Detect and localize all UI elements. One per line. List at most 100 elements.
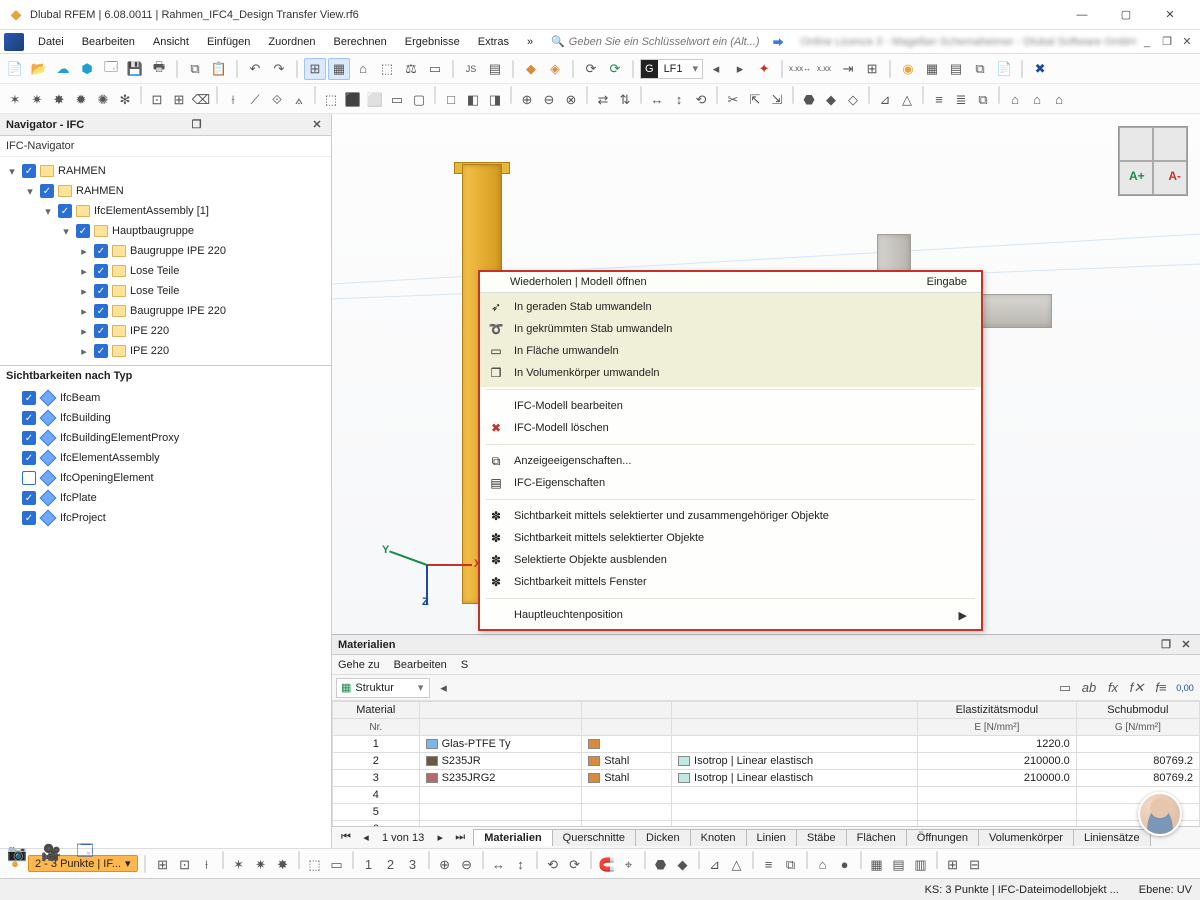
fx-ab-icon[interactable]: ab [1078, 677, 1100, 699]
table-row[interactable]: 1 Glas-PTFE Ty 1220.0 [333, 736, 1200, 753]
checkbox[interactable]: ✓ [22, 511, 36, 525]
menu-berechnen[interactable]: Berechnen [326, 33, 395, 51]
toolbar2-icon-34[interactable]: ↕ [668, 89, 690, 111]
toolbar2-icon-31[interactable]: ⇅ [614, 89, 636, 111]
bottombar-icon-21[interactable]: ⟲ [542, 854, 564, 876]
menu-zuordnen[interactable]: Zuordnen [260, 33, 323, 51]
tree-row[interactable]: ▸ ✓ IPE 220 [2, 341, 329, 361]
fx-icon[interactable]: fx [1102, 677, 1124, 699]
bottombar-icon-27[interactable]: ⬣ [650, 854, 672, 876]
console-icon[interactable]: ▤ [484, 58, 506, 80]
toolbar2-icon-23[interactable]: ◧ [462, 89, 484, 111]
open-icon[interactable]: 📂 [28, 58, 50, 80]
expander-icon[interactable]: ▾ [60, 225, 72, 238]
checkbox[interactable]: ✓ [94, 264, 108, 278]
values-icon[interactable]: ⊞ [861, 58, 883, 80]
expander-icon[interactable]: ▾ [6, 165, 18, 178]
bottombar-icon-22[interactable]: ⟳ [564, 854, 586, 876]
tree-row[interactable]: ▾ ✓ Hauptbaugruppe [2, 221, 329, 241]
close-button[interactable]: ✕ [1148, 1, 1192, 29]
toolbar2-icon-12[interactable]: ⟋ [244, 89, 266, 111]
cloud-icon[interactable]: ☁ [52, 58, 74, 80]
visibility-row[interactable]: ✓ IfcProject [2, 508, 329, 528]
report-icon[interactable]: 📄 [993, 58, 1015, 80]
context-menu-item[interactable]: ➶ In geraden Stab umwandeln [480, 296, 981, 318]
dim-ico-icon[interactable]: ⇥ [837, 58, 859, 80]
minimize-button[interactable]: ― [1060, 1, 1104, 29]
cell-edit-icon[interactable]: ▭ [1054, 677, 1076, 699]
bottombar-icon-4[interactable]: ✶ [228, 854, 250, 876]
bottombar-icon-18[interactable]: ↔ [488, 854, 510, 876]
navigator-toggle[interactable]: ⊞ [304, 58, 326, 80]
lc-prev-icon[interactable]: ◂ [705, 58, 727, 80]
checkbox[interactable]: ✓ [22, 491, 36, 505]
new-icon[interactable]: 📄 [4, 58, 26, 80]
page-prev-icon[interactable]: ◂ [356, 829, 376, 847]
bottombar-icon-43[interactable]: ⊞ [942, 854, 964, 876]
structure-dropdown[interactable]: ▦ Struktur ▾ [336, 678, 430, 698]
page-first-icon[interactable]: ⏮ [336, 829, 356, 847]
toolbar2-icon-42[interactable]: ◆ [820, 89, 842, 111]
mat-menu-s[interactable]: S [461, 659, 468, 671]
expander-icon[interactable]: ▸ [78, 285, 90, 298]
visibility-row[interactable]: ✓ IfcElementAssembly [2, 448, 329, 468]
loadcase-selector[interactable]: G LF1 ▾ [640, 59, 703, 79]
col-g-unit[interactable]: G [N/mm²] [1076, 719, 1199, 736]
panel-close-icon[interactable]: ✕ [309, 117, 325, 133]
checkbox[interactable]: ✓ [22, 164, 36, 178]
bottombar-icon-36[interactable]: ⌂ [812, 854, 834, 876]
dim-xx-icon[interactable]: x.xx [813, 58, 835, 80]
bottombar-icon-24[interactable]: 🧲 [596, 854, 618, 876]
menu-ansicht[interactable]: Ansicht [145, 33, 197, 51]
expander-icon[interactable]: ▸ [78, 305, 90, 318]
toolbar2-icon-38[interactable]: ⇱ [744, 89, 766, 111]
toolbar2-icon-17[interactable]: ⬛ [342, 89, 364, 111]
context-menu-item[interactable]: ➰ In gekrümmten Stab umwandeln [480, 318, 981, 340]
toolbar2-icon-22[interactable]: □ [440, 89, 462, 111]
toolbar2-icon-27[interactable]: ⊖ [538, 89, 560, 111]
undo-icon[interactable]: ↶ [244, 58, 266, 80]
toolbar2-icon-53[interactable]: ⌂ [1026, 89, 1048, 111]
tree-row[interactable]: ▾ ✓ RAHMEN [2, 161, 329, 181]
checkbox[interactable]: ✓ [22, 411, 36, 425]
toolbar2-icon-18[interactable]: ⬜ [364, 89, 386, 111]
co-icon[interactable]: ◈ [544, 58, 566, 80]
ifc-tree[interactable]: ▾ ✓ RAHMEN▾ ✓ RAHMEN▾ ✓ IfcElementAssemb… [0, 157, 331, 365]
toolbar2-icon-52[interactable]: ⌂ [1004, 89, 1026, 111]
toolbar2-icon-0[interactable]: ✶ [4, 89, 26, 111]
page-last-icon[interactable]: ⏭ [450, 829, 470, 847]
toolbar2-icon-39[interactable]: ⇲ [766, 89, 788, 111]
checkbox[interactable]: ✓ [94, 284, 108, 298]
context-menu-item[interactable]: ❒ In Volumenkörper umwandeln [480, 362, 981, 384]
video-icon[interactable]: 🎥 [40, 842, 62, 864]
expander-icon[interactable]: ▸ [78, 245, 90, 258]
table-tab[interactable]: Flächen [846, 829, 907, 846]
calc-icon[interactable]: ⟳ [580, 58, 602, 80]
palette-icon[interactable]: ▤ [945, 58, 967, 80]
dim-xxx-icon[interactable]: x.xx↔ [789, 58, 811, 80]
toolbar2-icon-13[interactable]: ⟐ [266, 89, 288, 111]
toolbar2-icon-46[interactable]: △ [896, 89, 918, 111]
compare-icon[interactable]: ⧉ [969, 58, 991, 80]
bottombar-icon-0[interactable]: ⊞ [152, 854, 174, 876]
bottombar-icon-40[interactable]: ▤ [888, 854, 910, 876]
menu-einfuegen[interactable]: Einfügen [199, 33, 258, 51]
lc-icon[interactable]: ◆ [520, 58, 542, 80]
expander-icon[interactable]: ▸ [78, 265, 90, 278]
checkbox[interactable]: ✓ [94, 344, 108, 358]
fx-list-icon[interactable]: f≡ [1150, 677, 1172, 699]
context-menu-item[interactable]: ✽ Sichtbarkeit mittels Fenster [480, 571, 981, 593]
page-next-icon[interactable]: ▸ [430, 829, 450, 847]
bottombar-icon-34[interactable]: ⧉ [780, 854, 802, 876]
context-menu-item[interactable]: ✽ Selektierte Objekte ausblenden [480, 549, 981, 571]
checkbox[interactable]: ✓ [22, 431, 36, 445]
checkbox[interactable]: ✓ [94, 304, 108, 318]
tree-row[interactable]: ▸ ✓ Baugruppe IPE 220 [2, 241, 329, 261]
toolbar2-icon-4[interactable]: ✺ [92, 89, 114, 111]
context-menu-item[interactable]: Hauptleuchtenposition ▶ [480, 604, 981, 626]
toolbar2-icon-26[interactable]: ⊕ [516, 89, 538, 111]
table-tab[interactable]: Volumenkörper [978, 829, 1074, 846]
checkbox[interactable]: ✓ [76, 224, 90, 238]
calc-all-icon[interactable]: ⟳ [604, 58, 626, 80]
table-tab[interactable]: Querschnitte [552, 829, 636, 846]
